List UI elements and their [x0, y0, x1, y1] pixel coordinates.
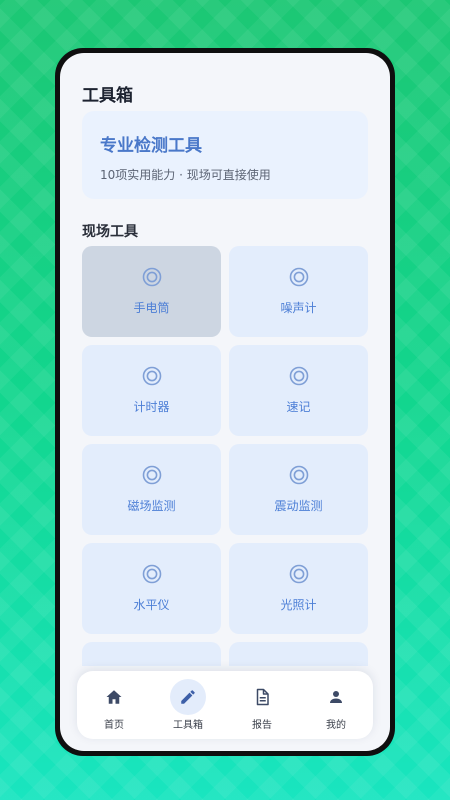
tab-profile[interactable]: 我的	[304, 679, 368, 731]
tool-tile-label: 计时器	[133, 400, 170, 414]
target-icon	[142, 564, 161, 584]
target-icon	[289, 465, 308, 485]
tab-report[interactable]: 报告	[230, 679, 294, 731]
tool-tile[interactable]: 速记	[229, 345, 368, 436]
tool-tile-label: 水平仪	[133, 598, 170, 612]
document-icon	[244, 679, 280, 715]
tool-tile[interactable]: 计时器	[82, 345, 221, 436]
page-title: 工具箱	[82, 86, 133, 106]
tool-tile[interactable]	[229, 642, 368, 666]
tool-tile[interactable]: 磁场监测	[82, 444, 221, 535]
tool-tile-label: 手电筒	[133, 301, 170, 315]
section-title: 现场工具	[82, 224, 138, 240]
hero-card: 专业检测工具 10项实用能力 · 现场可直接使用	[82, 111, 368, 199]
tool-tile[interactable]	[82, 642, 221, 666]
target-icon	[289, 267, 308, 287]
tab-profile-label: 我的	[326, 720, 346, 731]
tab-home[interactable]: 首页	[82, 679, 146, 731]
hero-subtitle: 10项实用能力 · 现场可直接使用	[100, 168, 271, 182]
target-icon	[142, 366, 161, 386]
bottom-tab-bar: 首页 工具箱 报告 我的	[77, 671, 373, 739]
tool-tile[interactable]: 手电筒	[82, 246, 221, 337]
pencil-icon	[170, 679, 206, 715]
tool-tile[interactable]: 震动监测	[229, 444, 368, 535]
tool-grid-scroll[interactable]: 手电筒 噪声计计时器 速记磁场监测 震动监测水平仪 光照计	[82, 246, 368, 666]
tool-tile-label: 磁场监测	[127, 499, 176, 513]
target-icon	[142, 267, 161, 287]
tool-tile-label: 噪声计	[280, 301, 317, 315]
tool-tile-label: 震动监测	[274, 499, 323, 513]
phone-frame: 工具箱 专业检测工具 10项实用能力 · 现场可直接使用 现场工具 手电筒 噪声计…	[55, 48, 395, 756]
tool-tile[interactable]: 水平仪	[82, 543, 221, 634]
tool-tile[interactable]: 噪声计	[229, 246, 368, 337]
tool-grid: 手电筒 噪声计计时器 速记磁场监测 震动监测水平仪 光照计	[82, 246, 368, 666]
tool-tile-label: 速记	[286, 400, 311, 414]
hero-title: 专业检测工具	[100, 136, 202, 156]
tab-report-label: 报告	[252, 720, 272, 731]
tool-tile[interactable]: 光照计	[229, 543, 368, 634]
target-icon	[289, 366, 308, 386]
tab-home-label: 首页	[104, 720, 124, 731]
person-icon	[318, 679, 354, 715]
tab-toolbox-label: 工具箱	[173, 720, 203, 731]
home-icon	[96, 679, 132, 715]
target-icon	[142, 465, 161, 485]
tool-tile-label: 光照计	[280, 598, 317, 612]
target-icon	[289, 564, 308, 584]
app-screen: 工具箱 专业检测工具 10项实用能力 · 现场可直接使用 现场工具 手电筒 噪声计…	[60, 53, 390, 751]
tab-toolbox[interactable]: 工具箱	[156, 679, 220, 731]
